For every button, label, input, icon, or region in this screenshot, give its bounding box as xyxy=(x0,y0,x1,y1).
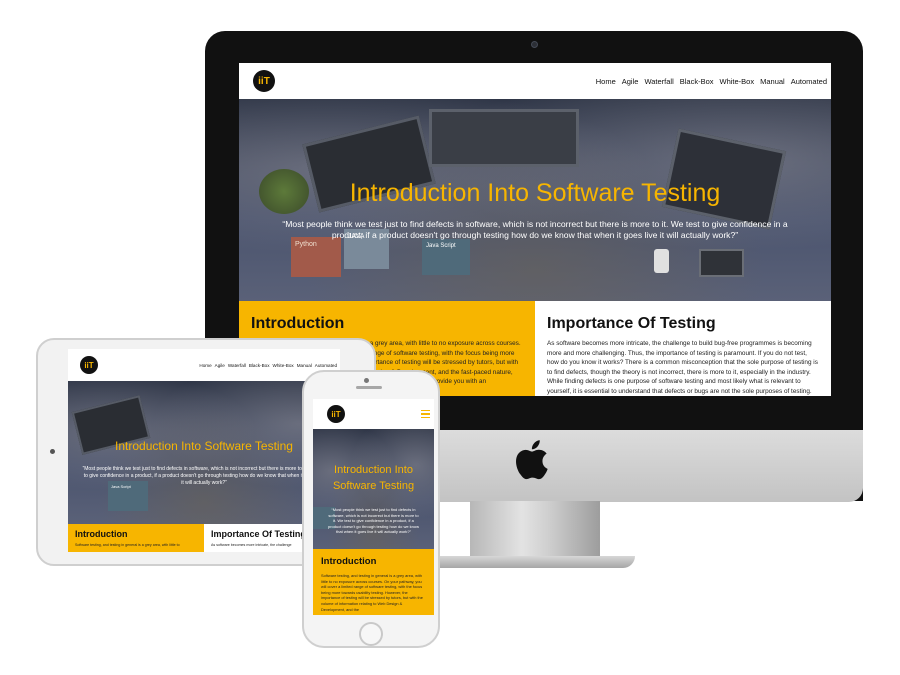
mobile-introduction-section: Introduction Software testing, and testi… xyxy=(313,549,434,615)
nav-item-agile[interactable]: Agile xyxy=(622,77,639,86)
tablet-nav-item-automated[interactable]: Automated xyxy=(315,363,337,368)
importance-section: Importance Of Testing As software become… xyxy=(535,301,831,396)
iphone-camera xyxy=(364,378,369,383)
book-python-illustration: Python xyxy=(291,237,341,277)
importance-text: As software becomes more intricate, the … xyxy=(547,340,818,395)
mobile-introduction-text: Software testing, and testing in general… xyxy=(321,573,423,612)
main-nav: Home Agile Waterfall Black-Box White-Box… xyxy=(596,77,827,86)
tablet-main-nav: Home Agile Waterfall Black-Box White-Box… xyxy=(199,363,337,368)
book-javascript-label: Java Script xyxy=(426,243,456,249)
importance-title: Importance Of Testing xyxy=(547,315,716,332)
mobile-introduction-title: Introduction xyxy=(321,556,377,567)
laptop-center-illustration xyxy=(429,109,579,167)
tablet-introduction-title: Introduction xyxy=(75,529,128,539)
introduction-title: Introduction xyxy=(251,315,345,332)
tablet-introduction-text: Software testing, and testing in general… xyxy=(75,543,180,547)
devices-mockup: iiT Home Agile Waterfall Black-Box White… xyxy=(0,0,900,675)
iphone-speaker xyxy=(356,386,382,389)
imac-stand-base xyxy=(420,556,635,568)
phone-illustration xyxy=(654,249,669,273)
tablet-nav-item-white-box[interactable]: White-Box xyxy=(273,363,294,368)
iphone-home-button[interactable] xyxy=(359,622,383,646)
imac-camera xyxy=(531,41,538,48)
nav-item-white-box[interactable]: White-Box xyxy=(720,77,755,86)
apple-logo-icon xyxy=(516,440,548,480)
nav-item-manual[interactable]: Manual xyxy=(760,77,785,86)
tablet-nav-item-manual[interactable]: Manual xyxy=(297,363,312,368)
nav-item-home[interactable]: Home xyxy=(596,77,616,86)
mobile-logo-text: iiT xyxy=(331,409,341,419)
tablet-hero-banner: Java Script Introduction Into Software T… xyxy=(68,381,340,524)
imac-stand-neck xyxy=(470,501,600,559)
tablet-hero-quote: “Most people think we test just to find … xyxy=(82,466,326,486)
mobile-site-logo[interactable]: iiT xyxy=(327,405,345,423)
mobile-hero-title: Introduction Into Software Testing xyxy=(332,464,415,492)
mobile-site-header: iiT xyxy=(313,399,434,429)
site-header: iiT Home Agile Waterfall Black-Box White… xyxy=(239,63,831,99)
hamburger-menu-icon[interactable] xyxy=(421,409,430,419)
ipad-camera xyxy=(50,449,55,454)
tablet-site-logo[interactable]: iiT xyxy=(80,356,98,374)
book-python-label: Python xyxy=(295,241,317,248)
tablet-hero-title: Introduction Into Software Testing xyxy=(115,439,293,453)
tablet-illustration xyxy=(699,249,744,277)
tablet-nav-item-home[interactable]: Home xyxy=(199,363,211,368)
nav-item-automated[interactable]: Automated xyxy=(791,77,827,86)
tablet-screen: iiT Home Agile Waterfall Black-Box White… xyxy=(68,349,340,552)
site-logo[interactable]: iiT xyxy=(253,70,275,92)
mobile-screen: iiT Introduction Into Software Testing “… xyxy=(313,399,434,615)
book-javascript-illustration: Java Script xyxy=(422,239,470,275)
nav-item-waterfall[interactable]: Waterfall xyxy=(644,77,673,86)
mobile-hero-banner: Introduction Into Software Testing “Most… xyxy=(313,429,434,549)
hero-title: Introduction Into Software Testing xyxy=(349,179,721,207)
hero-banner: Python JAVA Java Script Introduction Int… xyxy=(239,99,831,301)
tablet-nav-item-waterfall[interactable]: Waterfall xyxy=(228,363,246,368)
logo-text: iiT xyxy=(258,75,270,87)
tablet-nav-item-black-box[interactable]: Black-Box xyxy=(249,363,270,368)
nav-item-black-box[interactable]: Black-Box xyxy=(680,77,714,86)
tablet-site-header: iiT Home Agile Waterfall Black-Box White… xyxy=(68,349,340,381)
mobile-hero-quote: “Most people think we test just to find … xyxy=(327,507,420,534)
tablet-logo-text: iiT xyxy=(84,360,94,370)
tablet-introduction-section: Introduction Software testing, and testi… xyxy=(68,524,204,552)
hero-quote: “Most people think we test just to find … xyxy=(282,219,788,240)
tablet-nav-item-agile[interactable]: Agile xyxy=(215,363,225,368)
